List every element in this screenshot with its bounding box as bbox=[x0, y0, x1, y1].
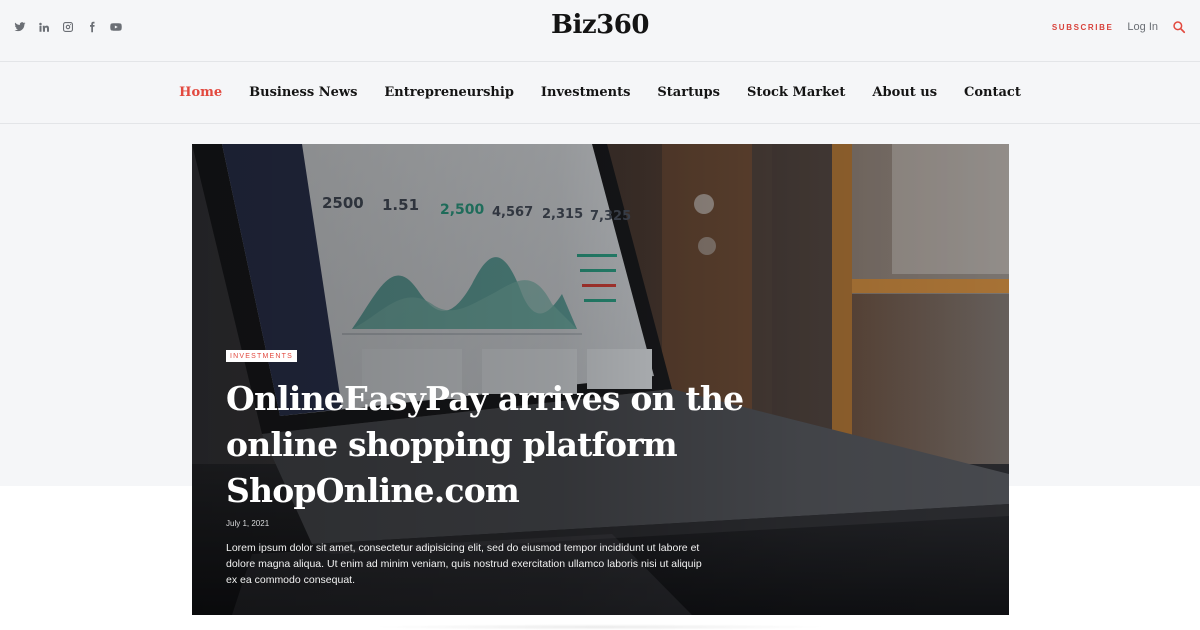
login-link[interactable]: Log In bbox=[1127, 21, 1158, 33]
subscribe-link[interactable]: SUBSCRIBE bbox=[1052, 23, 1114, 32]
article-title[interactable]: OnlineEasyPay arrives on the online shop… bbox=[226, 376, 746, 514]
article-excerpt: Lorem ipsum dolor sit amet, consectetur … bbox=[226, 542, 702, 586]
nav-item-business-news[interactable]: Business News bbox=[249, 85, 357, 100]
featured-article[interactable]: 2500 1.51 2,500 4,567 2,315 7,325 INVEST… bbox=[192, 144, 1009, 615]
nav-item-startups[interactable]: Startups bbox=[657, 85, 720, 100]
article-date: July 1, 2021 bbox=[226, 519, 270, 528]
site-header: Biz360 SUBSCRIBE Log In bbox=[0, 0, 1200, 62]
nav-item-entrepreneurship[interactable]: Entrepreneurship bbox=[384, 85, 514, 100]
nav-item-stock-market[interactable]: Stock Market bbox=[747, 85, 845, 100]
site-logo[interactable]: Biz360 bbox=[0, 10, 1200, 40]
nav-item-contact[interactable]: Contact bbox=[964, 85, 1021, 100]
nav-item-about-us[interactable]: About us bbox=[872, 85, 937, 100]
header-tools: SUBSCRIBE Log In bbox=[1052, 20, 1186, 34]
category-tag[interactable]: INVESTMENTS bbox=[226, 350, 297, 362]
search-icon[interactable] bbox=[1172, 20, 1186, 34]
nav-item-home[interactable]: Home bbox=[179, 85, 222, 100]
nav-item-investments[interactable]: Investments bbox=[541, 85, 630, 100]
main-navigation: Home Business News Entrepreneurship Inve… bbox=[0, 62, 1200, 124]
below-hero-shadow bbox=[370, 624, 830, 630]
